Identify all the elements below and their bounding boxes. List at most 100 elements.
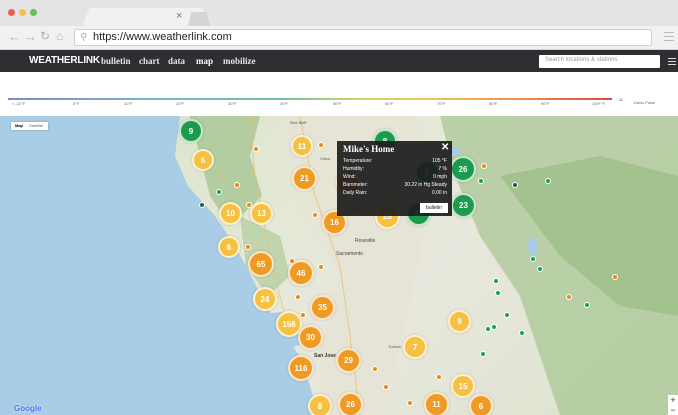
station-dot[interactable]: [436, 374, 442, 380]
close-window-icon[interactable]: [8, 9, 15, 16]
station-dot[interactable]: [199, 202, 205, 208]
station-cluster[interactable]: 9: [448, 310, 471, 333]
station-dot[interactable]: [295, 294, 301, 300]
place-label: Roseville: [355, 238, 376, 244]
station-cluster[interactable]: 11: [424, 392, 449, 415]
station-cluster[interactable]: 26: [450, 156, 476, 182]
station-dot[interactable]: [383, 384, 389, 390]
scale-tick: 100+°F: [592, 101, 606, 106]
new-tab-button[interactable]: [188, 12, 210, 26]
nav-data[interactable]: data: [168, 56, 185, 66]
reload-icon[interactable]: ↻: [40, 29, 50, 43]
map-type-toggle[interactable]: Map Satellite: [11, 122, 48, 130]
nav-chart[interactable]: chart: [139, 56, 160, 66]
station-dot[interactable]: [530, 256, 536, 262]
browser-menu-icon[interactable]: [664, 32, 674, 44]
station-cluster[interactable]: 35: [310, 295, 335, 320]
station-cluster[interactable]: 30: [298, 325, 323, 350]
row-key: Humidity:: [343, 166, 364, 172]
station-dot[interactable]: [495, 290, 501, 296]
row-key: Wind:: [343, 174, 356, 180]
station-cluster[interactable]: 11: [291, 135, 313, 157]
row-value: 105 °F: [432, 158, 447, 164]
station-dot[interactable]: [491, 324, 497, 330]
scale-tick: 40°F: [280, 101, 289, 106]
bulletin-button[interactable]: bulletin: [420, 203, 448, 213]
home-icon[interactable]: ⌂: [56, 29, 63, 43]
station-dot[interactable]: [481, 163, 487, 169]
row-value: 7 %: [438, 166, 447, 172]
station-dot[interactable]: [407, 400, 413, 406]
browser-toolbar: ← → ↻ ⌂ ⚲ https://www.weatherlink.com: [0, 26, 678, 50]
station-dot[interactable]: [545, 178, 551, 184]
station-cluster[interactable]: 7: [403, 335, 427, 359]
station-cluster[interactable]: 29: [336, 348, 361, 373]
station-cluster[interactable]: 65: [248, 251, 274, 277]
station-cluster[interactable]: 8: [308, 394, 332, 415]
scale-tick: 20°F: [176, 101, 185, 106]
station-dot[interactable]: [372, 366, 378, 372]
station-dot[interactable]: [612, 274, 618, 280]
weatherlink-logo[interactable]: WEATHERLINK: [29, 55, 100, 66]
station-cluster[interactable]: 116: [288, 355, 314, 381]
station-dot[interactable]: [478, 178, 484, 184]
map-type-map[interactable]: Map: [15, 123, 23, 128]
zoom-in-button[interactable]: +: [668, 395, 678, 405]
station-dot[interactable]: [216, 189, 222, 195]
station-dot[interactable]: [480, 351, 486, 357]
close-icon[interactable]: ✕: [441, 142, 449, 153]
station-cluster[interactable]: 6: [218, 236, 240, 258]
station-cluster[interactable]: 24: [253, 287, 277, 311]
search-icon: ⚲: [80, 32, 88, 43]
scale-tick: 50°F: [333, 101, 342, 106]
minimize-window-icon[interactable]: [19, 9, 26, 16]
place-label: San Jose: [314, 353, 336, 359]
search-placeholder: Search locations & stations: [545, 57, 618, 63]
place-label: Chico: [320, 156, 331, 161]
station-cluster[interactable]: 46: [288, 260, 314, 286]
row-key: Daily Rain:: [343, 190, 368, 196]
maximize-window-icon[interactable]: [30, 9, 37, 16]
station-cluster[interactable]: 26: [338, 392, 363, 415]
row-value: 30.22 in Hg Steady: [404, 182, 447, 188]
station-dot[interactable]: [234, 182, 240, 188]
station-dot[interactable]: [566, 294, 572, 300]
station-cluster[interactable]: 10: [219, 202, 242, 225]
back-arrow-icon[interactable]: ←: [8, 29, 21, 44]
station-dot[interactable]: [245, 244, 251, 250]
address-bar[interactable]: ⚲ https://www.weatherlink.com: [74, 29, 652, 46]
station-dot[interactable]: [300, 312, 306, 318]
station-cluster[interactable]: 6: [469, 394, 493, 415]
station-cluster[interactable]: 6: [192, 149, 214, 171]
station-dot[interactable]: [504, 312, 510, 318]
tab-close-icon[interactable]: ×: [176, 10, 182, 22]
station-dot[interactable]: [493, 278, 499, 284]
station-filter-control[interactable]: ≈ Davis Pulse: [618, 97, 668, 108]
station-cluster[interactable]: 15: [451, 374, 475, 398]
zoom-out-button[interactable]: −: [668, 405, 678, 415]
station-cluster[interactable]: 21: [292, 166, 317, 191]
station-cluster[interactable]: 9: [179, 119, 203, 143]
list-menu-icon[interactable]: [668, 58, 676, 67]
station-dot[interactable]: [584, 302, 590, 308]
station-dot[interactable]: [519, 330, 525, 336]
station-dot[interactable]: [312, 212, 318, 218]
nav-mobilize[interactable]: mobilize: [223, 56, 256, 66]
location-search-input[interactable]: Search locations & stations: [539, 55, 660, 68]
station-cluster[interactable]: 13: [250, 202, 273, 225]
map-type-satellite[interactable]: Satellite: [29, 123, 43, 128]
url-text[interactable]: https://www.weatherlink.com: [93, 31, 232, 43]
scale-tick: < -10°F: [12, 101, 26, 106]
forward-arrow-icon[interactable]: →: [24, 29, 37, 44]
station-dot[interactable]: [318, 142, 324, 148]
station-dot[interactable]: [512, 182, 518, 188]
station-dot[interactable]: [318, 264, 324, 270]
station-dot[interactable]: [537, 266, 543, 272]
nav-bulletin[interactable]: bulletin: [101, 56, 131, 66]
station-popup: Mike's Home ✕ Temperature: 105 °F Humidi…: [337, 141, 452, 216]
station-dot[interactable]: [253, 146, 259, 152]
site-navbar: WEATHERLINK bulletin chart data map mobi…: [0, 50, 678, 72]
station-cluster[interactable]: 23: [451, 193, 476, 218]
nav-map[interactable]: map: [196, 56, 213, 66]
place-label: Turlock: [388, 344, 401, 349]
